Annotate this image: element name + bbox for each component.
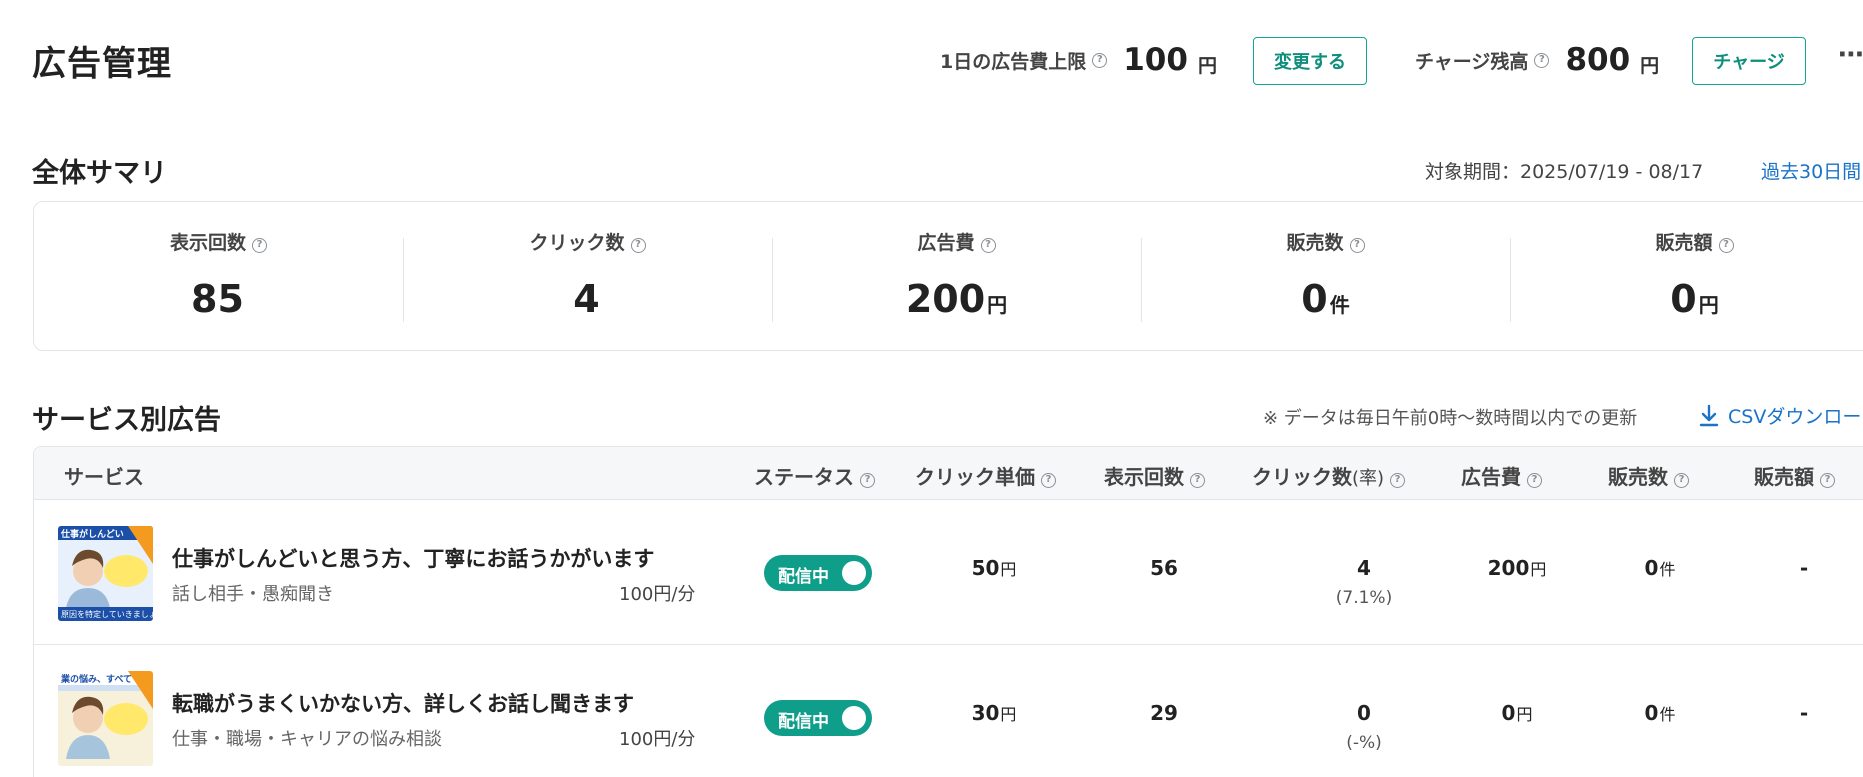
metric-label: 広告費 — [917, 232, 975, 254]
service-thumbnail-image: 仕事がしんどい 原因を特定していきましょ — [58, 526, 153, 621]
toggle-knob — [842, 706, 866, 730]
summary-card: 表示回数? 85 クリック数? 4 広告費? 200 円 販売数? 0件 販売額?… — [33, 201, 1863, 351]
service-thumbnail[interactable]: 業の悩み、すべて — [58, 671, 153, 766]
daily-limit-unit: 円 — [1197, 54, 1217, 77]
status-label: 配信中 — [778, 567, 829, 587]
help-icon[interactable]: ? — [1820, 473, 1835, 488]
col-impressions: 表示回数? — [1104, 461, 1205, 490]
help-icon[interactable]: ? — [1527, 473, 1542, 488]
service-category: 仕事・職場・キャリアの悩み相談 — [172, 729, 442, 750]
sales-amount-value: - — [1799, 701, 1809, 725]
metric-ad-cost: 広告費? 200 円 — [772, 202, 1141, 352]
daily-limit: 1日の広告費上限 ? 100 円 — [940, 40, 1217, 80]
metric-label: 販売数 — [1286, 232, 1344, 254]
metric-unit: 円 — [987, 293, 1008, 317]
help-icon[interactable]: ? — [630, 238, 646, 253]
help-icon[interactable]: ? — [1534, 52, 1550, 68]
service-thumbnail[interactable]: 仕事がしんどい 原因を特定していきましょ — [58, 526, 153, 621]
service-price: 100円/分 — [619, 729, 696, 750]
metric-value: 85 — [191, 277, 244, 321]
ad-cost-value: 0円 — [1501, 701, 1533, 725]
col-sales-count: 販売数? — [1608, 461, 1689, 490]
balance-unit: 円 — [1640, 54, 1660, 77]
cpc-value: 30円 — [971, 701, 1017, 725]
table-header: サービス ステータス? クリック単価? 表示回数? クリック数(率)? 広告費?… — [34, 447, 1863, 500]
status-toggle[interactable]: 配信中 — [764, 700, 872, 736]
metric-value: 4 — [573, 277, 600, 321]
metric-sales-count: 販売数? 0件 — [1141, 202, 1510, 352]
impressions-value: 29 — [1150, 701, 1178, 725]
metric-value: 0 — [1670, 277, 1697, 321]
charge-balance: チャージ残高 ? 800 円 — [1415, 40, 1659, 80]
service-ads-table: サービス ステータス? クリック単価? 表示回数? クリック数(率)? 広告費?… — [33, 446, 1863, 777]
sales-count-value: 0件 — [1644, 556, 1676, 580]
help-icon[interactable]: ? — [860, 473, 875, 488]
period-range-link[interactable]: 過去30日間 — [1761, 157, 1861, 184]
balance-value: 800 — [1565, 42, 1631, 78]
metric-value: 200 — [905, 277, 986, 321]
sales-count-value: 0件 — [1644, 701, 1676, 725]
ad-cost-value: 200円 — [1487, 556, 1547, 580]
service-price: 100円/分 — [619, 584, 696, 605]
help-icon[interactable]: ? — [1349, 238, 1365, 253]
help-icon[interactable]: ? — [1390, 473, 1406, 488]
metric-label: クリック数 — [529, 232, 625, 254]
service-category: 話し相手・愚痴聞き — [172, 584, 334, 605]
status-label: 配信中 — [778, 712, 829, 732]
charge-button[interactable]: チャージ — [1692, 37, 1806, 85]
help-icon[interactable]: ? — [1674, 473, 1689, 488]
page-title: 広告管理 — [32, 44, 172, 84]
help-icon[interactable]: ? — [980, 238, 996, 253]
more-menu-icon[interactable]: ⋯ — [1838, 40, 1863, 70]
col-ad-cost: 広告費? — [1461, 461, 1542, 490]
help-icon[interactable]: ? — [1190, 473, 1205, 488]
svg-text:仕事がしんどい: 仕事がしんどい — [60, 528, 124, 540]
service-title[interactable]: 仕事がしんどいと思う方、丁寧にお話うかがいます — [172, 543, 654, 573]
col-service: サービス — [64, 465, 144, 489]
service-thumbnail-image: 業の悩み、すべて — [58, 671, 153, 766]
service-title[interactable]: 転職がうまくいかない方、詳しくお話し聞きます — [172, 688, 634, 718]
col-clicks: クリック数(率)? — [1252, 461, 1406, 490]
col-status: ステータス? — [754, 461, 875, 490]
download-icon — [1699, 404, 1719, 426]
metric-label: 販売額 — [1655, 232, 1713, 254]
click-rate-value: (7.1%) — [1335, 588, 1393, 608]
metric-impressions: 表示回数? 85 — [34, 202, 403, 352]
svg-text:業の悩み、すべて: 業の悩み、すべて — [60, 673, 132, 685]
help-icon[interactable]: ? — [252, 238, 267, 253]
click-rate-value: (-%) — [1346, 733, 1382, 753]
metric-unit: 円 — [1698, 293, 1719, 317]
summary-title: 全体サマリ — [32, 158, 167, 189]
cpc-value: 50円 — [971, 556, 1017, 580]
update-note: ※ データは毎日午前0時〜数時間以内での更新 — [1263, 408, 1638, 429]
metric-sales-amount: 販売額? 0円 — [1510, 202, 1863, 352]
csv-download-link[interactable]: CSVダウンロー — [1698, 402, 1861, 429]
service-ads-title: サービス別広告 — [32, 405, 221, 436]
daily-limit-value: 100 — [1123, 42, 1188, 78]
table-row[interactable]: 業の悩み、すべて 転職がうまくいかない方、詳しくお話し聞きます 仕事・職場・キャ… — [34, 645, 1863, 777]
help-icon[interactable]: ? — [1718, 238, 1734, 253]
summary-period: 対象期間：2025/07/19 - 08/17 — [1425, 161, 1704, 183]
help-icon[interactable]: ? — [1041, 473, 1056, 488]
metric-label: 表示回数 — [169, 232, 246, 254]
balance-label: チャージ残高 — [1415, 50, 1529, 73]
col-cpc: クリック単価? — [915, 461, 1056, 490]
table-row[interactable]: 仕事がしんどい 原因を特定していきましょ 仕事がしんどいと思う方、丁寧にお話うか… — [34, 500, 1863, 645]
sales-amount-value: - — [1799, 556, 1809, 580]
clicks-value: 0 — [1357, 701, 1371, 725]
change-limit-button[interactable]: 変更する — [1253, 37, 1367, 85]
metric-unit: 件 — [1329, 293, 1350, 317]
svg-text:原因を特定していきましょ: 原因を特定していきましょ — [61, 609, 153, 619]
toggle-knob — [842, 561, 866, 585]
daily-limit-label: 1日の広告費上限 — [940, 50, 1087, 73]
csv-download-label: CSVダウンロー — [1728, 406, 1862, 428]
metric-clicks: クリック数? 4 — [403, 202, 772, 352]
metric-value: 0 — [1301, 277, 1328, 321]
status-toggle[interactable]: 配信中 — [764, 555, 872, 591]
col-sales-amount: 販売額? — [1754, 461, 1835, 490]
impressions-value: 56 — [1150, 556, 1178, 580]
clicks-value: 4 — [1357, 556, 1371, 580]
help-icon[interactable]: ? — [1092, 52, 1108, 68]
